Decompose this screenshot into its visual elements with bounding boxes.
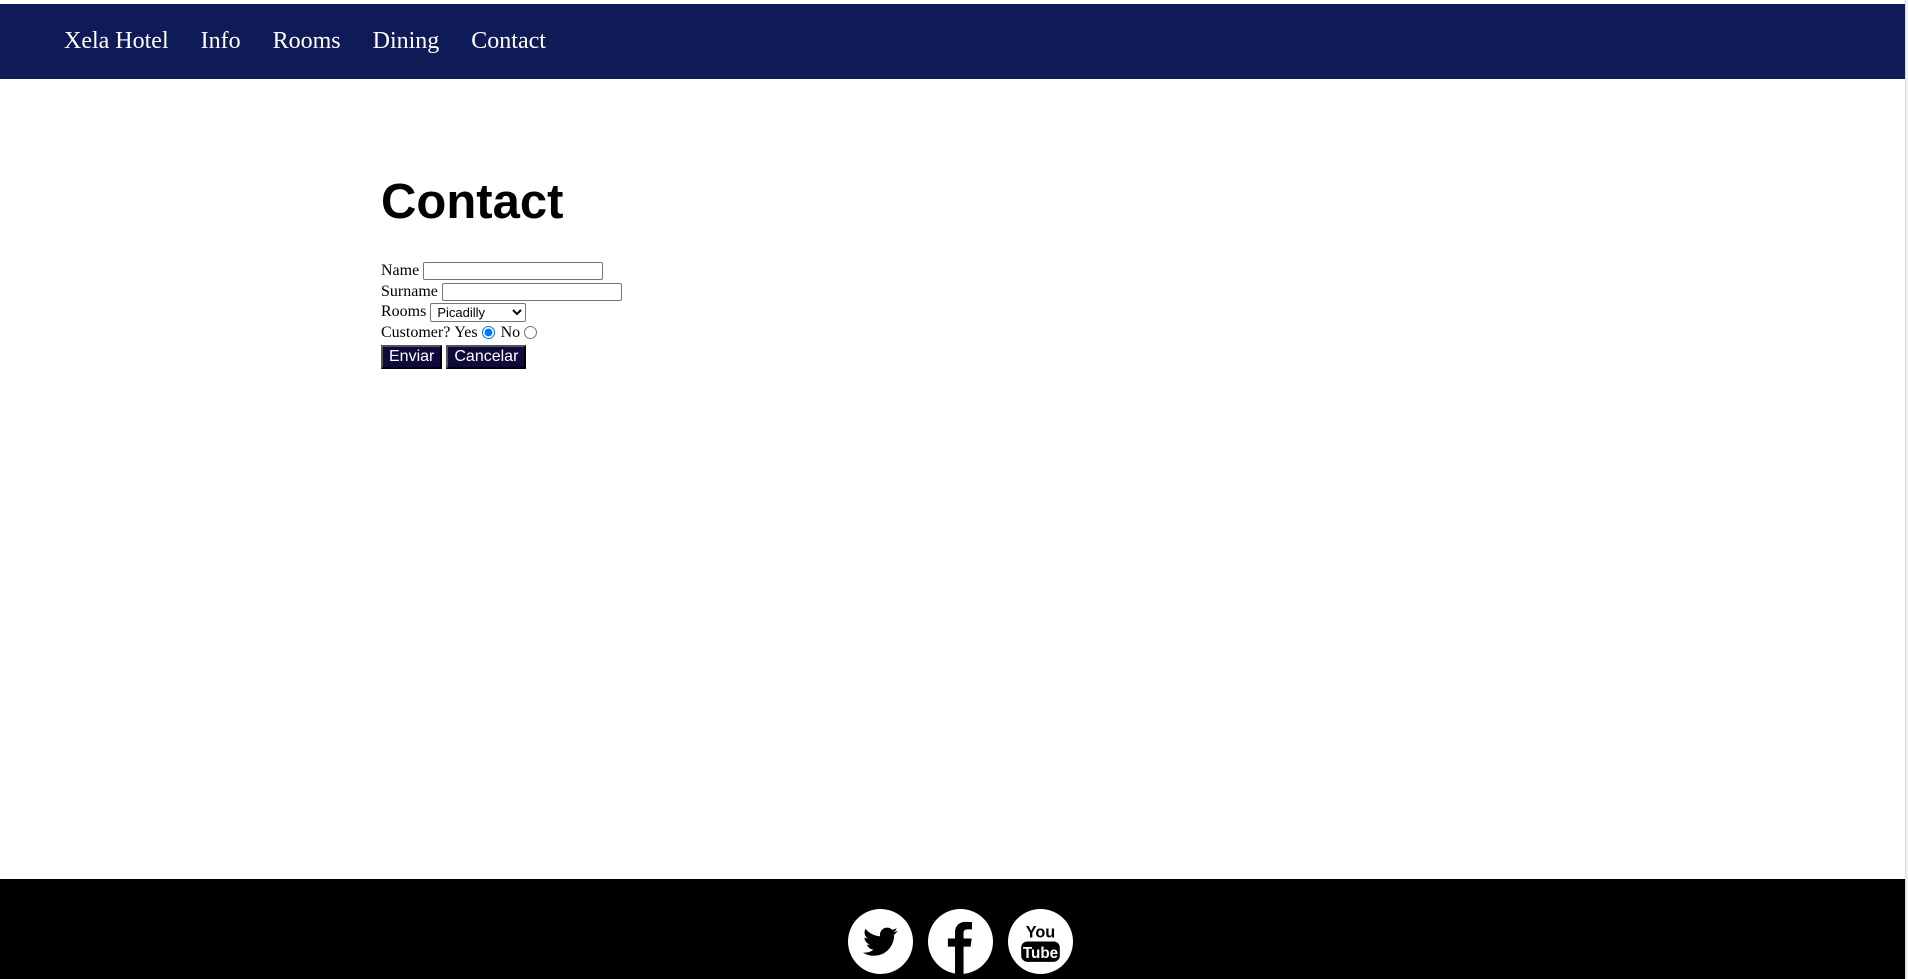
name-input[interactable] — [423, 262, 604, 281]
form-buttons: Enviar Cancelar — [381, 345, 622, 369]
footer: You Tube — [0, 879, 1905, 979]
no-label: No — [500, 323, 521, 341]
yes-label: Yes — [454, 323, 478, 341]
surname-input[interactable] — [441, 282, 622, 301]
rooms-row: Rooms Picadilly — [381, 302, 622, 323]
page-title: Contact — [381, 175, 564, 229]
twitter-icon[interactable] — [848, 909, 913, 974]
youtube-icon[interactable]: You Tube — [1008, 909, 1073, 974]
name-label: Name — [381, 262, 420, 280]
contact-form: Name Surname Rooms Picadilly Customer? Y… — [381, 261, 622, 369]
youtube-text-bottom: Tube — [1023, 945, 1058, 962]
rooms-label: Rooms — [381, 303, 427, 321]
surname-row: Surname — [381, 282, 622, 303]
facebook-icon[interactable] — [928, 909, 993, 974]
nav-dining-link[interactable]: Dining — [373, 28, 440, 55]
customer-label: Customer? — [381, 323, 451, 341]
customer-row: Customer? Yes No — [381, 323, 622, 344]
submit-button[interactable]: Enviar — [381, 345, 443, 369]
social-links: You Tube — [848, 909, 1088, 974]
youtube-text-top: You — [1026, 923, 1056, 941]
cancel-button[interactable]: Cancelar — [446, 345, 527, 369]
nav-info-link[interactable]: Info — [201, 28, 241, 55]
page: Xela Hotel Info Rooms Dining Contact Con… — [0, 0, 1905, 979]
name-row: Name — [381, 261, 622, 282]
nav-contact-link[interactable]: Contact — [471, 28, 546, 55]
nav-brand-link[interactable]: Xela Hotel — [64, 28, 169, 55]
main-nav: Xela Hotel Info Rooms Dining Contact — [64, 4, 578, 79]
nav-rooms-link[interactable]: Rooms — [273, 28, 341, 55]
top-navigation-bar: Xela Hotel Info Rooms Dining Contact — [0, 4, 1905, 79]
customer-no-radio[interactable] — [524, 326, 538, 340]
customer-yes-radio[interactable] — [481, 326, 495, 340]
rooms-select[interactable]: Picadilly — [430, 302, 527, 322]
surname-label: Surname — [381, 282, 438, 300]
